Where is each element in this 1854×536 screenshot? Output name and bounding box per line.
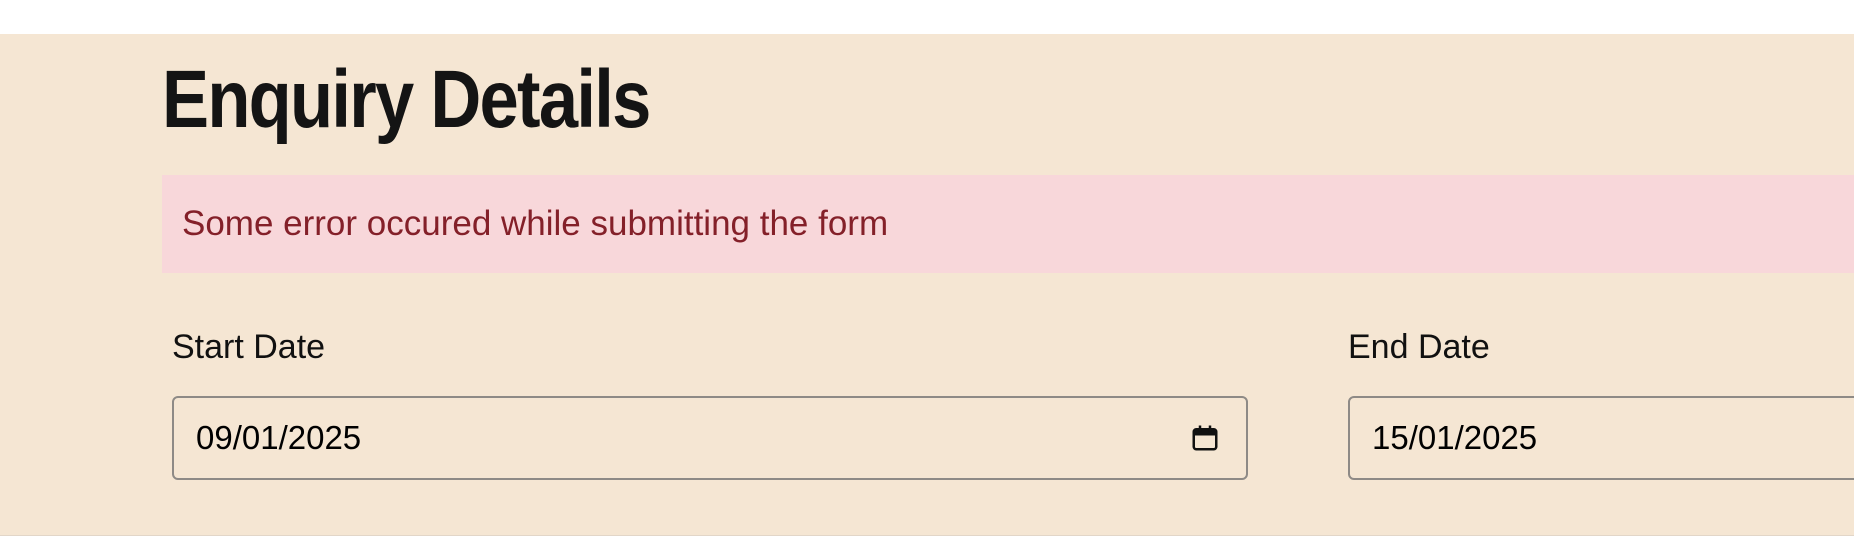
error-alert: Some error occured while submitting the … [162, 175, 1854, 273]
error-alert-message: Some error occured while submitting the … [182, 204, 889, 243]
enquiry-panel: Enquiry Details Some error occured while… [0, 34, 1854, 536]
page-title: Enquiry Details [162, 54, 651, 145]
start-date-label: Start Date [172, 328, 326, 366]
end-date-input[interactable]: 15/01/2025 [1348, 396, 1854, 480]
start-date-input[interactable]: 09/01/2025 [172, 396, 1248, 480]
end-date-value: 15/01/2025 [1372, 419, 1538, 456]
start-date-value: 09/01/2025 [196, 419, 362, 456]
calendar-icon[interactable] [1190, 423, 1220, 453]
end-date-label: End Date [1348, 328, 1490, 366]
